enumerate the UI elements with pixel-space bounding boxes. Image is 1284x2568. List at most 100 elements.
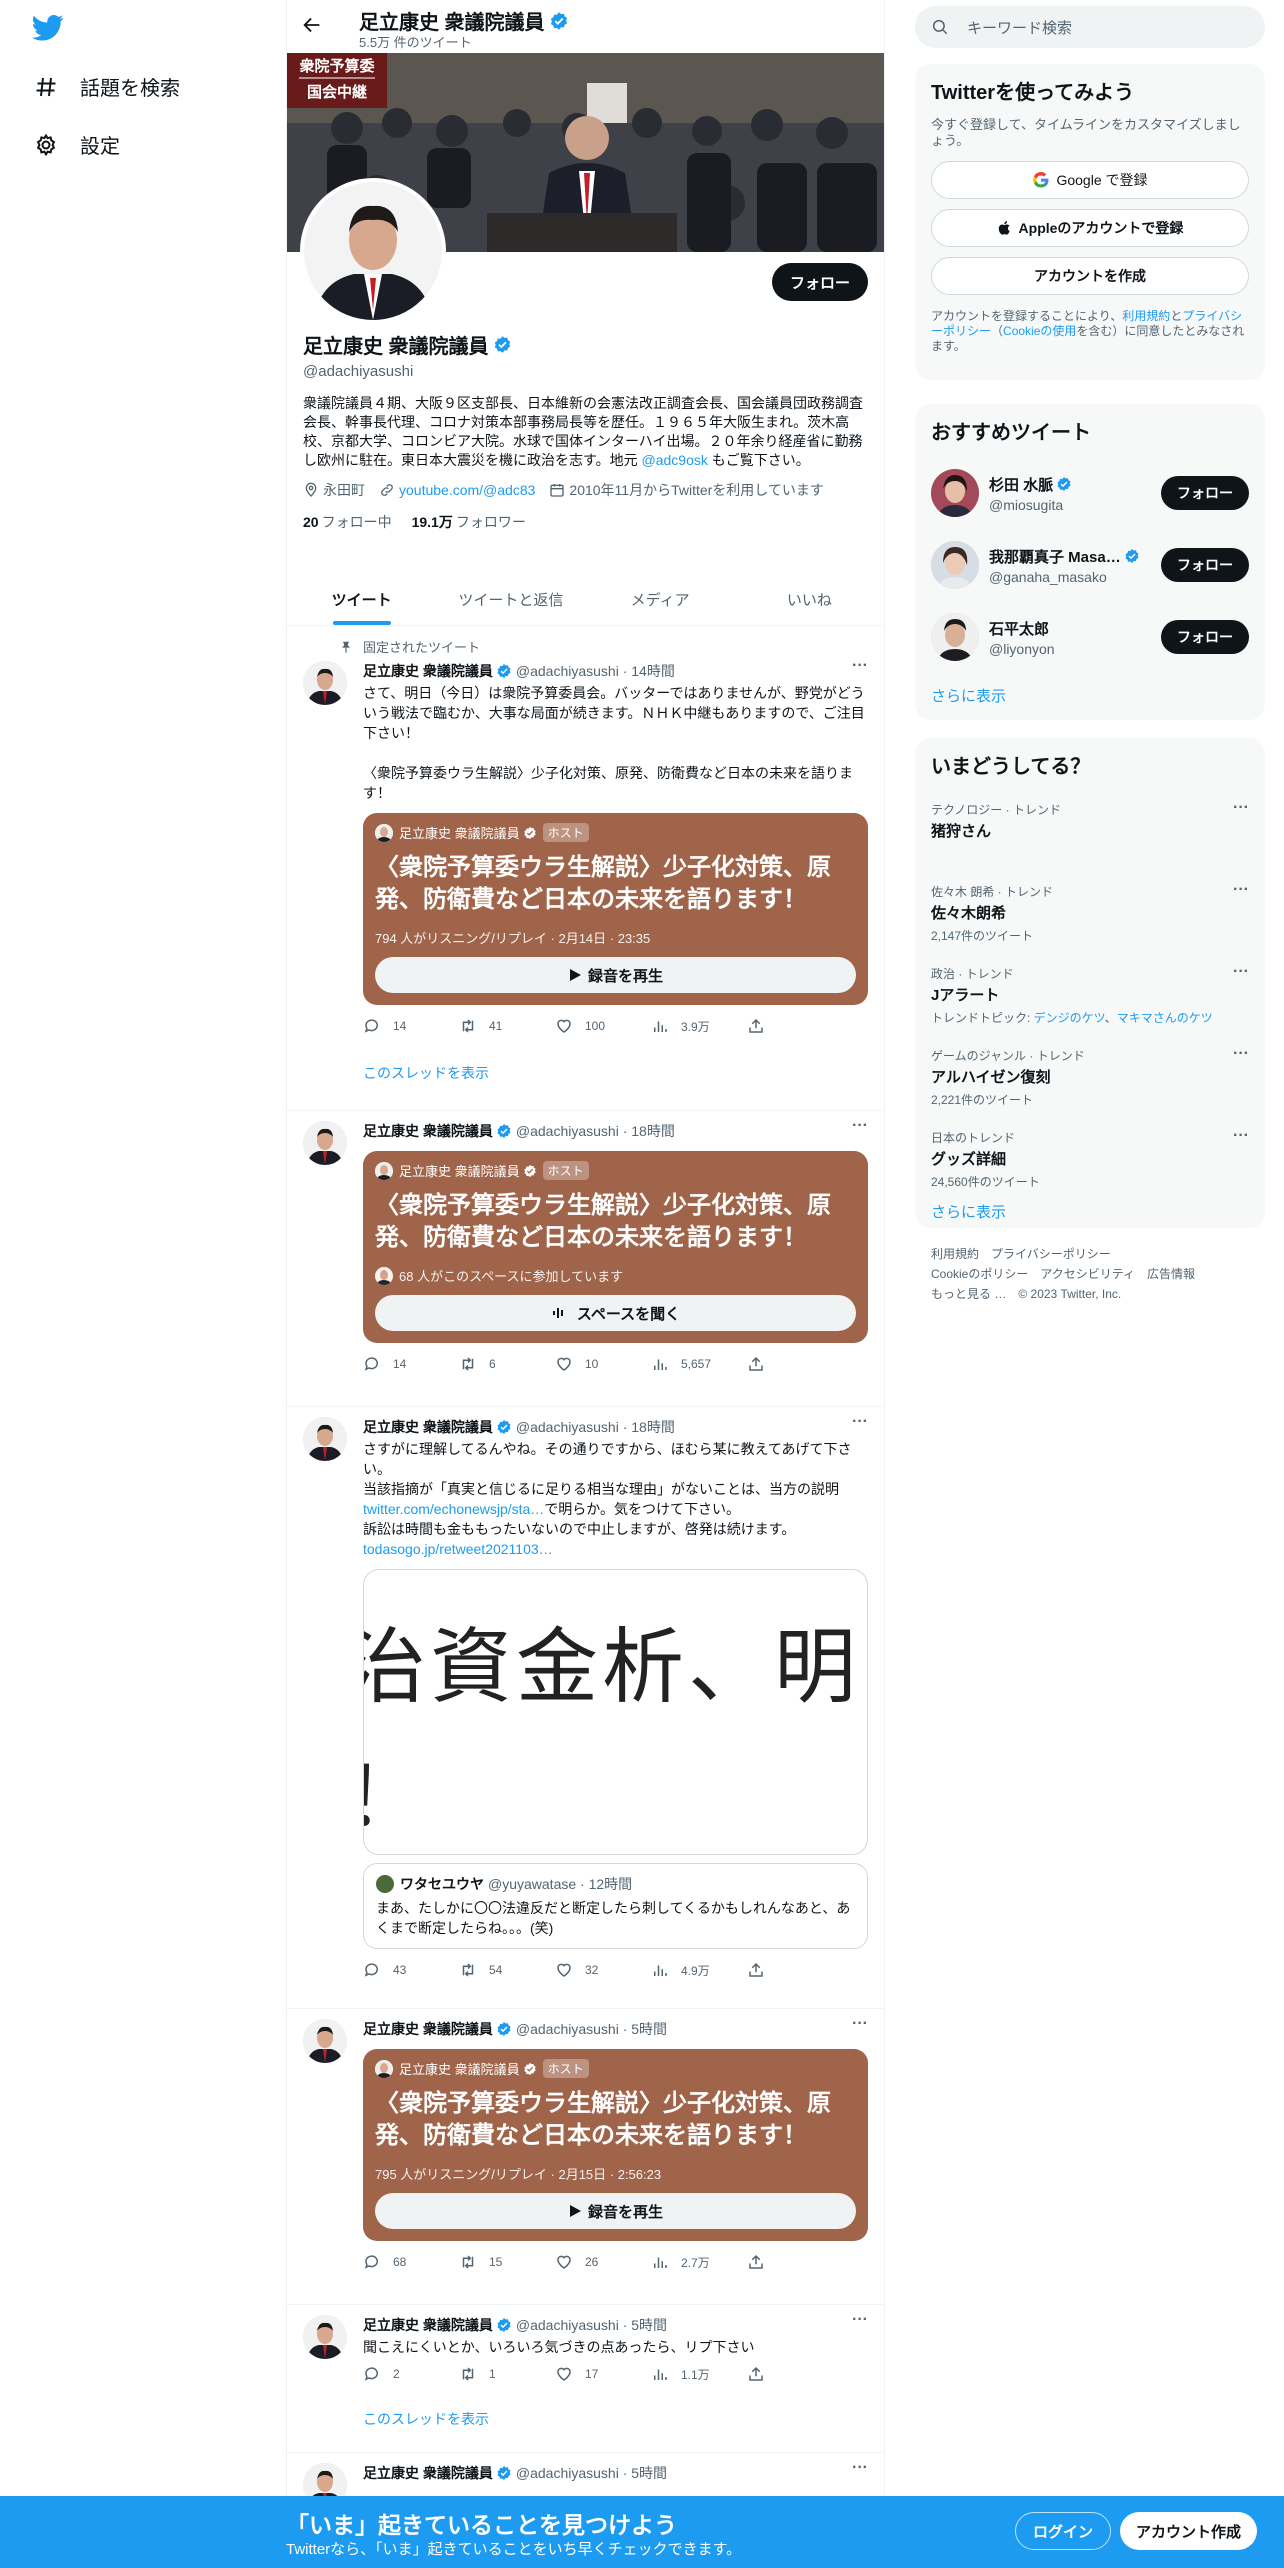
profile-avatar[interactable]: [300, 178, 446, 324]
more-options-icon[interactable]: ···: [852, 1117, 868, 1135]
retweet-button[interactable]: 1: [459, 2365, 555, 2383]
cookie-link[interactable]: Cookieの使用: [1003, 324, 1076, 338]
more-options-icon[interactable]: ···: [1233, 1045, 1249, 1063]
footer-link-privacy[interactable]: プライバシーポリシー: [991, 1247, 1111, 1261]
share-button[interactable]: [747, 1017, 843, 1035]
recommended-user[interactable]: 杉田 水脈 @miosugita フォロー: [915, 457, 1265, 529]
reply-button[interactable]: 43: [363, 1961, 459, 1979]
reply-button[interactable]: 68: [363, 2253, 459, 2271]
more-options-icon[interactable]: ···: [852, 2459, 868, 2477]
tweet-link-1[interactable]: twitter.com/echonewsjp/sta…: [363, 1501, 544, 1517]
login-button[interactable]: ログイン: [1015, 2512, 1112, 2550]
more-options-icon[interactable]: ···: [1233, 881, 1249, 899]
reply-button[interactable]: 2: [363, 2365, 459, 2383]
more-options-icon[interactable]: ···: [852, 1413, 868, 1431]
follow-button[interactable]: フォロー: [771, 263, 868, 301]
author-name[interactable]: 足立康史 衆議院議員: [363, 661, 493, 681]
play-recording-button[interactable]: 録音を再生: [375, 2193, 856, 2229]
avatar[interactable]: [303, 2019, 347, 2063]
author-name[interactable]: 足立康史 衆議院議員: [363, 1417, 493, 1437]
trend-topic-link[interactable]: デンジのケツ: [1034, 1011, 1105, 1025]
following-link[interactable]: 20 フォロー中: [303, 512, 392, 532]
twitter-bird-icon[interactable]: [32, 14, 64, 42]
avatar[interactable]: [303, 1417, 347, 1461]
footer-link-terms[interactable]: 利用規約: [931, 1247, 979, 1261]
tab-tweets-replies[interactable]: ツイートと返信: [436, 573, 585, 625]
retweet-button[interactable]: 41: [459, 1017, 555, 1035]
like-button[interactable]: 10: [555, 1355, 651, 1373]
quoted-tweet[interactable]: ワタセユウヤ @yuyawatase · 12時間 まあ、たしかに〇〇法違反だと…: [363, 1863, 868, 1949]
follow-button[interactable]: フォロー: [1161, 620, 1249, 654]
more-options-icon[interactable]: ···: [1233, 963, 1249, 981]
bio-mention-link[interactable]: @adc9osk: [642, 452, 708, 468]
share-button[interactable]: [747, 2253, 843, 2271]
footer-link-cookie[interactable]: Cookieのポリシー: [931, 1267, 1028, 1281]
more-options-icon[interactable]: ···: [852, 2311, 868, 2329]
author-name[interactable]: 足立康史 衆議院議員: [363, 1121, 493, 1141]
avatar[interactable]: [303, 2315, 347, 2359]
author-name[interactable]: 足立康史 衆議院議員: [363, 2019, 493, 2039]
trend-item[interactable]: 日本のトレンド グッズ詳細 24,560件のツイート ···: [915, 1119, 1265, 1201]
views-button[interactable]: 2.7万: [651, 2253, 747, 2271]
avatar[interactable]: [303, 1121, 347, 1165]
more-options-icon[interactable]: ···: [852, 2015, 868, 2033]
like-button[interactable]: 100: [555, 1017, 651, 1035]
views-button[interactable]: 4.9万: [651, 1961, 747, 1979]
reply-button[interactable]: 14: [363, 1355, 459, 1373]
retweet-button[interactable]: 6: [459, 1355, 555, 1373]
tweet[interactable]: ··· 足立康史 衆議院議員 @adachiyasushi · 18時間 足立康…: [287, 1111, 884, 1407]
space-card[interactable]: 足立康史 衆議院議員 ホスト 〈衆院予算委ウラ生解説〉少子化対策、原発、防衛費な…: [363, 1151, 868, 1343]
more-options-icon[interactable]: ···: [1233, 1127, 1249, 1145]
tab-likes[interactable]: いいね: [735, 573, 884, 625]
recommended-show-more[interactable]: さらに表示: [915, 673, 1265, 726]
follow-button[interactable]: フォロー: [1161, 548, 1249, 582]
trend-item[interactable]: ゲームのジャンル · トレンド アルハイゼン復刻 2,221件のツイート ···: [915, 1037, 1265, 1119]
create-account-button[interactable]: アカウントを作成: [931, 257, 1249, 295]
back-arrow-icon[interactable]: [301, 14, 327, 40]
author-name[interactable]: 足立康史 衆議院議員: [363, 2463, 493, 2483]
tweet[interactable]: ··· 足立康史 衆議院議員 @adachiyasushi · 5時間 聞こえに…: [287, 2305, 884, 2453]
footer-link-accessibility[interactable]: アクセシビリティ: [1040, 1267, 1135, 1281]
space-card[interactable]: 足立康史 衆議院議員 ホスト 〈衆院予算委ウラ生解説〉少子化対策、原発、防衛費な…: [363, 2049, 868, 2241]
follow-button[interactable]: フォロー: [1161, 476, 1249, 510]
google-signup-button[interactable]: Google で登録: [931, 161, 1249, 199]
recommended-user[interactable]: 石平太郎 @liyonyon フォロー: [915, 601, 1265, 673]
tab-tweets[interactable]: ツイート: [287, 573, 436, 625]
author-name[interactable]: 足立康史 衆議院議員: [363, 2315, 493, 2335]
like-button[interactable]: 17: [555, 2365, 651, 2383]
followers-link[interactable]: 19.1万 フォロワー: [412, 512, 526, 532]
trend-item[interactable]: 佐々木 朗希 · トレンド 佐々木朗希 2,147件のツイート ···: [915, 873, 1265, 955]
more-options-icon[interactable]: ···: [1233, 799, 1249, 817]
play-recording-button[interactable]: 録音を再生: [375, 957, 856, 993]
share-button[interactable]: [747, 2365, 843, 2383]
website-link[interactable]: youtube.com/@adc83: [399, 482, 535, 498]
recommended-user[interactable]: 我那覇真子 Masa… @ganaha_masako フォロー: [915, 529, 1265, 601]
trend-topic-link[interactable]: マキマさんのケツ: [1117, 1011, 1213, 1025]
tweet-link-2[interactable]: todasogo.jp/retweet2021103…: [363, 1541, 553, 1557]
views-button[interactable]: 1.1万: [651, 2365, 747, 2383]
footer-link-more[interactable]: もっと見る …: [931, 1287, 1006, 1301]
trend-item[interactable]: 政治 · トレンド Jアラート トレンドトピック: デンジのケツ、マキマさんのケ…: [915, 955, 1265, 1037]
nav-explore[interactable]: 話題を検索: [34, 72, 180, 101]
tweet[interactable]: ··· 足立康史 衆議院議員 @adachiyasushi · 18時間 さすが…: [287, 1407, 884, 2009]
reply-button[interactable]: 14: [363, 1017, 459, 1035]
views-button[interactable]: 3.9万: [651, 1017, 747, 1035]
space-card[interactable]: 足立康史 衆議院議員 ホスト 〈衆院予算委ウラ生解説〉少子化対策、原発、防衛費な…: [363, 813, 868, 1005]
tab-media[interactable]: メディア: [586, 573, 735, 625]
terms-link[interactable]: 利用規約: [1122, 309, 1170, 323]
tweet[interactable]: 固定されたツイート ··· 足立康史 衆議院議員 @adachiyasushi …: [287, 627, 884, 1111]
retweet-button[interactable]: 54: [459, 1961, 555, 1979]
signup-button[interactable]: アカウント作成: [1120, 2512, 1258, 2550]
nav-settings[interactable]: 設定: [34, 130, 120, 159]
show-thread-link[interactable]: このスレッドを表示: [363, 1063, 868, 1083]
footer-link-ads[interactable]: 広告情報: [1147, 1267, 1195, 1281]
share-button[interactable]: [747, 1355, 843, 1373]
listen-space-button[interactable]: スペースを聞く: [375, 1295, 856, 1331]
profile-website[interactable]: youtube.com/@adc83: [379, 482, 535, 498]
tweet[interactable]: ··· 足立康史 衆議院議員 @adachiyasushi · 5時間 足立康史…: [287, 2009, 884, 2305]
apple-signup-button[interactable]: Appleのアカウントで登録: [931, 209, 1249, 247]
like-button[interactable]: 32: [555, 1961, 651, 1979]
show-thread-link[interactable]: このスレッドを表示: [363, 2409, 868, 2429]
trend-item[interactable]: テクノロジー · トレンド 猪狩さん ···: [915, 791, 1265, 873]
like-button[interactable]: 26: [555, 2253, 651, 2271]
